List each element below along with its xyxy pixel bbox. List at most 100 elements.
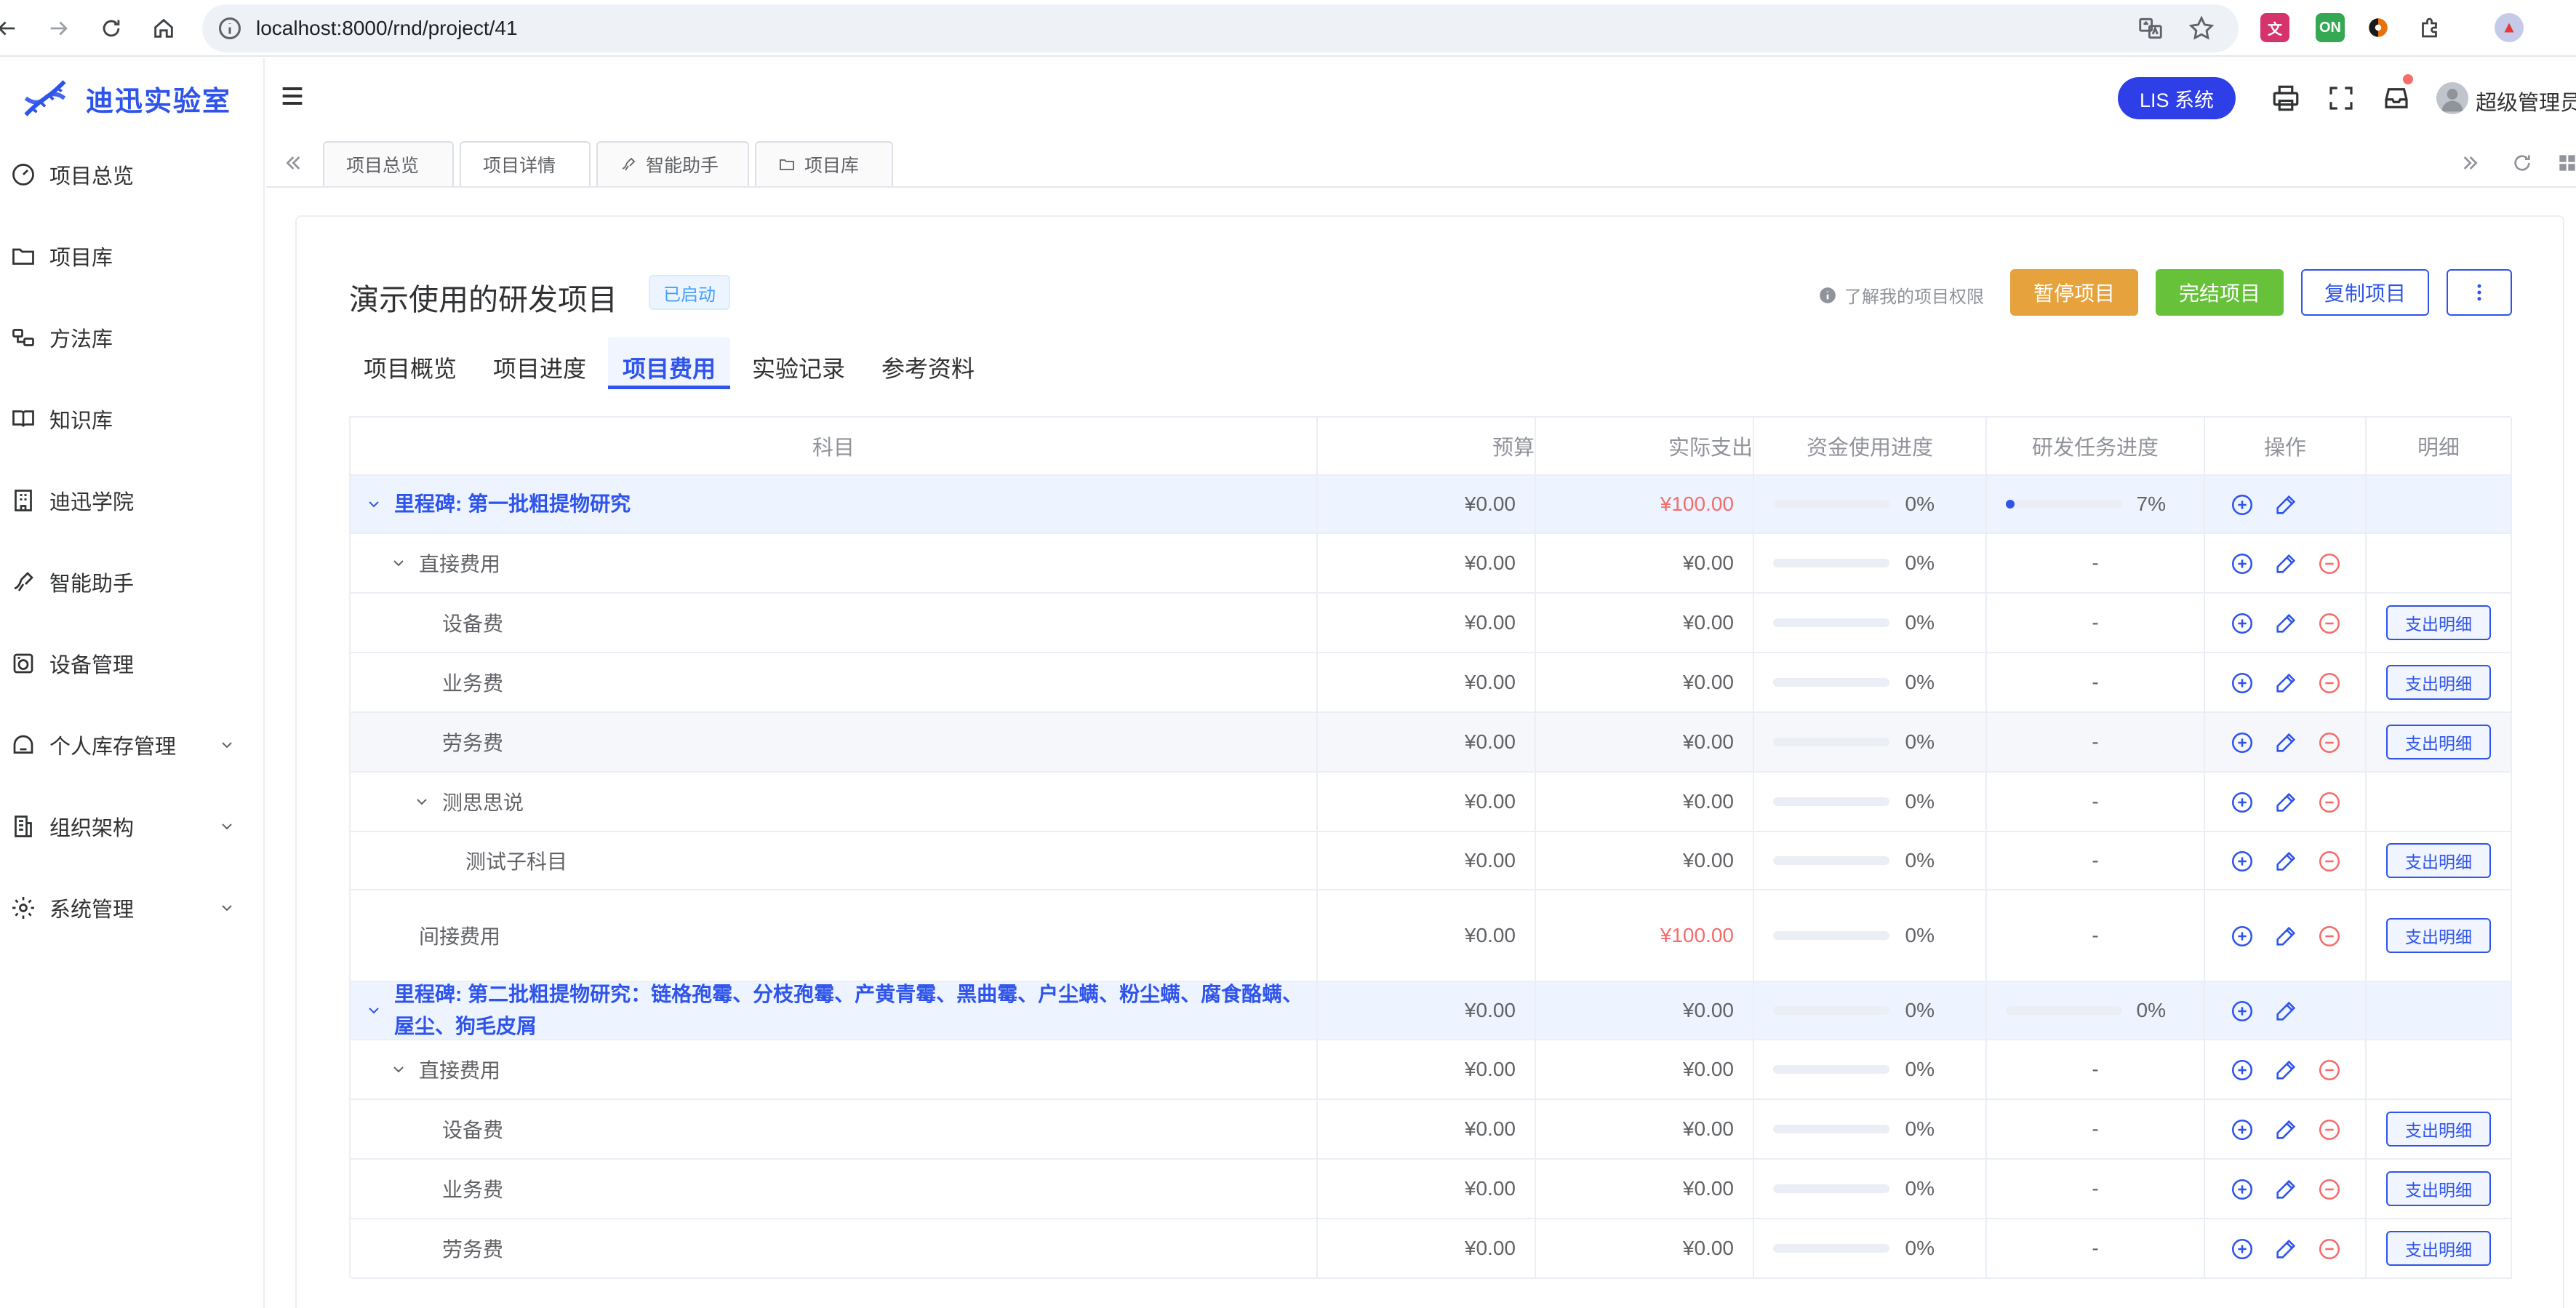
edit-pencil-icon[interactable] (2273, 493, 2298, 517)
chevron-down-icon[interactable] (365, 495, 383, 513)
sidebar-item-assistant[interactable]: 智能助手 (0, 546, 265, 618)
expense-detail-button[interactable]: 支出明细 (2386, 665, 2491, 700)
sidebar-item-org[interactable]: 组织架构 (0, 790, 265, 863)
pause-project-button[interactable]: 暂停项目 (2010, 269, 2138, 316)
back-icon[interactable] (0, 9, 26, 48)
site-info-icon[interactable] (217, 15, 243, 41)
extensions-puzzle-icon[interactable] (2416, 13, 2445, 42)
page-tab-assistant[interactable]: 智能助手 (596, 141, 749, 186)
url-text[interactable]: localhost:8000/rnd/project/41 (256, 16, 518, 41)
reload-icon[interactable] (92, 9, 131, 48)
address-bar[interactable]: localhost:8000/rnd/project/41 (202, 4, 2239, 52)
more-actions-button[interactable] (2447, 269, 2512, 316)
remove-circle-icon[interactable] (2317, 730, 2342, 755)
page-tab-projects[interactable]: 项目库 (755, 141, 893, 186)
edit-pencil-icon[interactable] (2273, 849, 2298, 874)
edit-pencil-icon[interactable] (2273, 1058, 2298, 1082)
edit-pencil-icon[interactable] (2273, 671, 2298, 695)
expense-detail-button[interactable]: 支出明细 (2386, 1112, 2491, 1147)
add-circle-icon[interactable] (2230, 611, 2255, 636)
add-circle-icon[interactable] (2230, 551, 2255, 576)
tabs-scroll-right-icon[interactable] (2460, 151, 2483, 175)
home-icon[interactable] (144, 9, 183, 48)
sidebar-item-projects[interactable]: 项目库 (0, 220, 265, 292)
add-circle-icon[interactable] (2230, 924, 2255, 949)
extension-on-icon[interactable]: ON (2316, 13, 2345, 42)
lis-system-button[interactable]: LIS 系统 (2118, 77, 2236, 119)
chevron-down-icon[interactable] (390, 554, 407, 572)
remove-circle-icon[interactable] (2317, 1177, 2342, 1202)
edit-pencil-icon[interactable] (2273, 1177, 2298, 1202)
add-circle-icon[interactable] (2230, 493, 2255, 517)
remove-circle-icon[interactable] (2317, 611, 2342, 636)
edit-pencil-icon[interactable] (2273, 790, 2298, 815)
forward-icon[interactable] (39, 9, 79, 48)
tab-cost[interactable]: 项目费用 (608, 348, 730, 387)
notification-inbox-icon[interactable] (2381, 83, 2412, 113)
avatar[interactable] (2436, 82, 2468, 114)
edit-pencil-icon[interactable] (2273, 1237, 2298, 1261)
user-name[interactable]: 超级管理员 (2476, 86, 2576, 116)
bookmark-star-icon[interactable] (2188, 15, 2215, 42)
sidebar-item-methods[interactable]: 方法库 (0, 301, 265, 374)
page-tab-overview[interactable]: 项目总览 (323, 141, 454, 186)
edit-pencil-icon[interactable] (2273, 999, 2298, 1024)
translate-icon[interactable] (2137, 15, 2164, 42)
remove-circle-icon[interactable] (2317, 849, 2342, 874)
add-circle-icon[interactable] (2230, 849, 2255, 874)
add-circle-icon[interactable] (2230, 730, 2255, 755)
expense-detail-button[interactable]: 支出明细 (2386, 725, 2491, 759)
tabs-scroll-left-icon[interactable] (281, 151, 304, 175)
edit-pencil-icon[interactable] (2273, 730, 2298, 755)
add-circle-icon[interactable] (2230, 1058, 2255, 1082)
expense-detail-button[interactable]: 支出明细 (2386, 918, 2491, 953)
tab-overview[interactable]: 项目概览 (349, 348, 471, 387)
tab-progress[interactable]: 项目进度 (479, 348, 601, 387)
permission-link[interactable]: 了解我的项目权限 (1818, 282, 1984, 308)
add-circle-icon[interactable] (2230, 671, 2255, 695)
edit-pencil-icon[interactable] (2273, 611, 2298, 636)
sidebar-item-academy[interactable]: 迪迅学院 (0, 464, 265, 537)
tab-references[interactable]: 参考资料 (867, 348, 989, 387)
refresh-icon[interactable] (2511, 151, 2534, 175)
copy-project-button[interactable]: 复制项目 (2301, 269, 2429, 316)
add-circle-icon[interactable] (2230, 1177, 2255, 1202)
sidebar-item-system[interactable]: 系统管理 (0, 872, 265, 944)
sidebar-item-knowledge[interactable]: 知识库 (0, 383, 265, 455)
expense-detail-button[interactable]: 支出明细 (2386, 843, 2491, 878)
sidebar-item-overview[interactable]: 项目总览 (0, 138, 265, 211)
add-circle-icon[interactable] (2230, 1117, 2255, 1142)
page-tab-project-detail[interactable]: 项目详情 (460, 141, 591, 186)
sidebar-item-devices[interactable]: 设备管理 (0, 627, 265, 700)
expense-detail-button[interactable]: 支出明细 (2386, 605, 2491, 640)
tab-experiments[interactable]: 实验记录 (737, 348, 860, 387)
expense-detail-button[interactable]: 支出明细 (2386, 1231, 2491, 1266)
add-circle-icon[interactable] (2230, 999, 2255, 1024)
add-circle-icon[interactable] (2230, 1237, 2255, 1261)
remove-circle-icon[interactable] (2317, 671, 2342, 695)
add-circle-icon[interactable] (2230, 790, 2255, 815)
extension-translate-icon[interactable]: 文 (2260, 13, 2289, 42)
logo[interactable]: 迪迅实验室 (0, 58, 265, 138)
remove-circle-icon[interactable] (2317, 790, 2342, 815)
chevron-down-icon[interactable] (365, 1002, 383, 1019)
edit-pencil-icon[interactable] (2273, 924, 2298, 949)
expense-detail-button[interactable]: 支出明细 (2386, 1171, 2491, 1206)
edit-pencil-icon[interactable] (2273, 1117, 2298, 1142)
profile-avatar-icon[interactable] (2495, 13, 2524, 42)
remove-circle-icon[interactable] (2317, 551, 2342, 576)
fullscreen-icon[interactable] (2326, 83, 2356, 113)
print-icon[interactable] (2271, 83, 2301, 113)
sidebar-item-inventory[interactable]: 个人库存管理 (0, 709, 265, 781)
chevron-down-icon[interactable] (413, 793, 431, 810)
chevron-down-icon[interactable] (390, 1061, 407, 1078)
remove-circle-icon[interactable] (2317, 1058, 2342, 1082)
remove-circle-icon[interactable] (2317, 1237, 2342, 1261)
finish-project-button[interactable]: 完结项目 (2156, 269, 2284, 316)
extension-color-icon[interactable] (2364, 13, 2393, 42)
remove-circle-icon[interactable] (2317, 1117, 2342, 1142)
grid-menu-icon[interactable] (2556, 151, 2576, 175)
menu-toggle-icon[interactable] (278, 81, 307, 111)
remove-circle-icon[interactable] (2317, 924, 2342, 949)
edit-pencil-icon[interactable] (2273, 551, 2298, 576)
